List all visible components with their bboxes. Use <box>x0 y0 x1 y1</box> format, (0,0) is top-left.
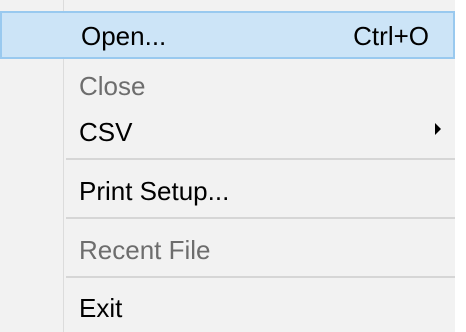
file-menu: Open... Ctrl+O Close CSV Print Setup... … <box>0 0 455 332</box>
menu-item-print-setup[interactable]: Print Setup... <box>0 164 455 214</box>
menu-separator <box>66 276 455 278</box>
menu-item-close-label: Close <box>79 71 146 101</box>
menu-item-exit-label: Exit <box>79 293 123 323</box>
menu-item-print-setup-label: Print Setup... <box>79 176 230 206</box>
menu-item-close: Close <box>0 62 455 108</box>
menu-item-open-shortcut: Ctrl+O <box>353 21 429 51</box>
menu-item-recent-file: Recent File <box>0 223 455 273</box>
menu-item-open-label: Open... <box>81 21 167 51</box>
menu-item-recent-file-label: Recent File <box>79 235 211 265</box>
menu-separator <box>66 158 455 160</box>
menu-item-csv-label: CSV <box>79 117 133 147</box>
menu-item-exit[interactable]: Exit <box>0 282 455 332</box>
submenu-arrow-icon <box>435 123 441 135</box>
menu-separator <box>66 217 455 219</box>
menu-item-open[interactable]: Open... Ctrl+O <box>0 11 455 59</box>
menu-item-csv[interactable]: CSV <box>0 108 455 154</box>
